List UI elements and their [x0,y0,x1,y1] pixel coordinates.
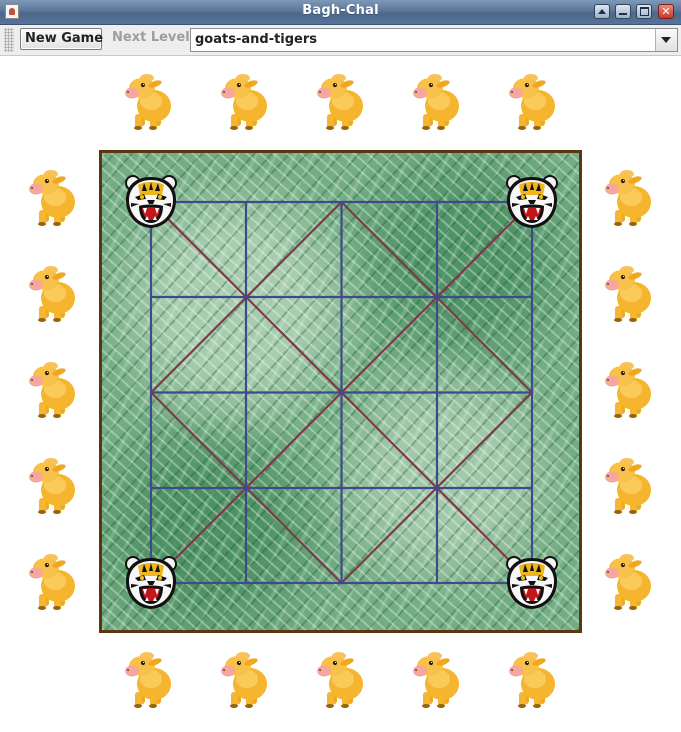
goat-piece[interactable] [218,70,272,132]
goat-piece[interactable] [506,70,560,132]
tiger-piece[interactable] [122,554,180,612]
arrow-up-icon [598,9,606,14]
goat-piece[interactable] [602,166,656,228]
goat-piece[interactable] [314,70,368,132]
roll-up-button[interactable] [594,4,610,19]
goat-piece[interactable] [26,262,80,324]
goat-piece[interactable] [410,70,464,132]
new-game-button[interactable]: New Game [20,28,103,50]
goat-piece[interactable] [26,166,80,228]
goat-piece[interactable] [26,550,80,612]
minimize-icon [619,13,627,15]
window-title-bar[interactable]: Bagh-Chal ✕ [0,0,681,25]
minimize-button[interactable] [615,4,631,19]
close-button[interactable]: ✕ [658,4,674,19]
level-select-value: goats-and-tigers [195,32,318,47]
goat-piece[interactable] [602,454,656,516]
goat-piece[interactable] [602,358,656,420]
goat-piece[interactable] [506,648,560,710]
goat-piece[interactable] [410,648,464,710]
maximize-icon [639,7,649,16]
chevron-down-icon[interactable] [655,29,677,51]
goat-piece[interactable] [314,648,368,710]
toolbar: New Game Next Level goats-and-tigers [0,25,681,56]
close-icon: ✕ [661,5,671,18]
goat-piece[interactable] [122,648,176,710]
goat-piece[interactable] [26,358,80,420]
level-select[interactable]: goats-and-tigers [190,28,678,52]
goat-piece[interactable] [602,262,656,324]
maximize-button[interactable] [636,4,652,19]
toolbar-grip-handle[interactable] [4,28,14,52]
game-board[interactable] [99,150,582,633]
goat-piece[interactable] [218,648,272,710]
tiger-piece[interactable] [503,554,561,612]
goat-piece[interactable] [602,550,656,612]
tiger-piece[interactable] [503,173,561,231]
goat-piece[interactable] [122,70,176,132]
tiger-piece[interactable] [122,173,180,231]
next-level-button[interactable]: Next Level [108,28,190,50]
game-area [0,56,681,732]
window-title: Bagh-Chal [302,3,379,18]
goat-piece[interactable] [26,454,80,516]
